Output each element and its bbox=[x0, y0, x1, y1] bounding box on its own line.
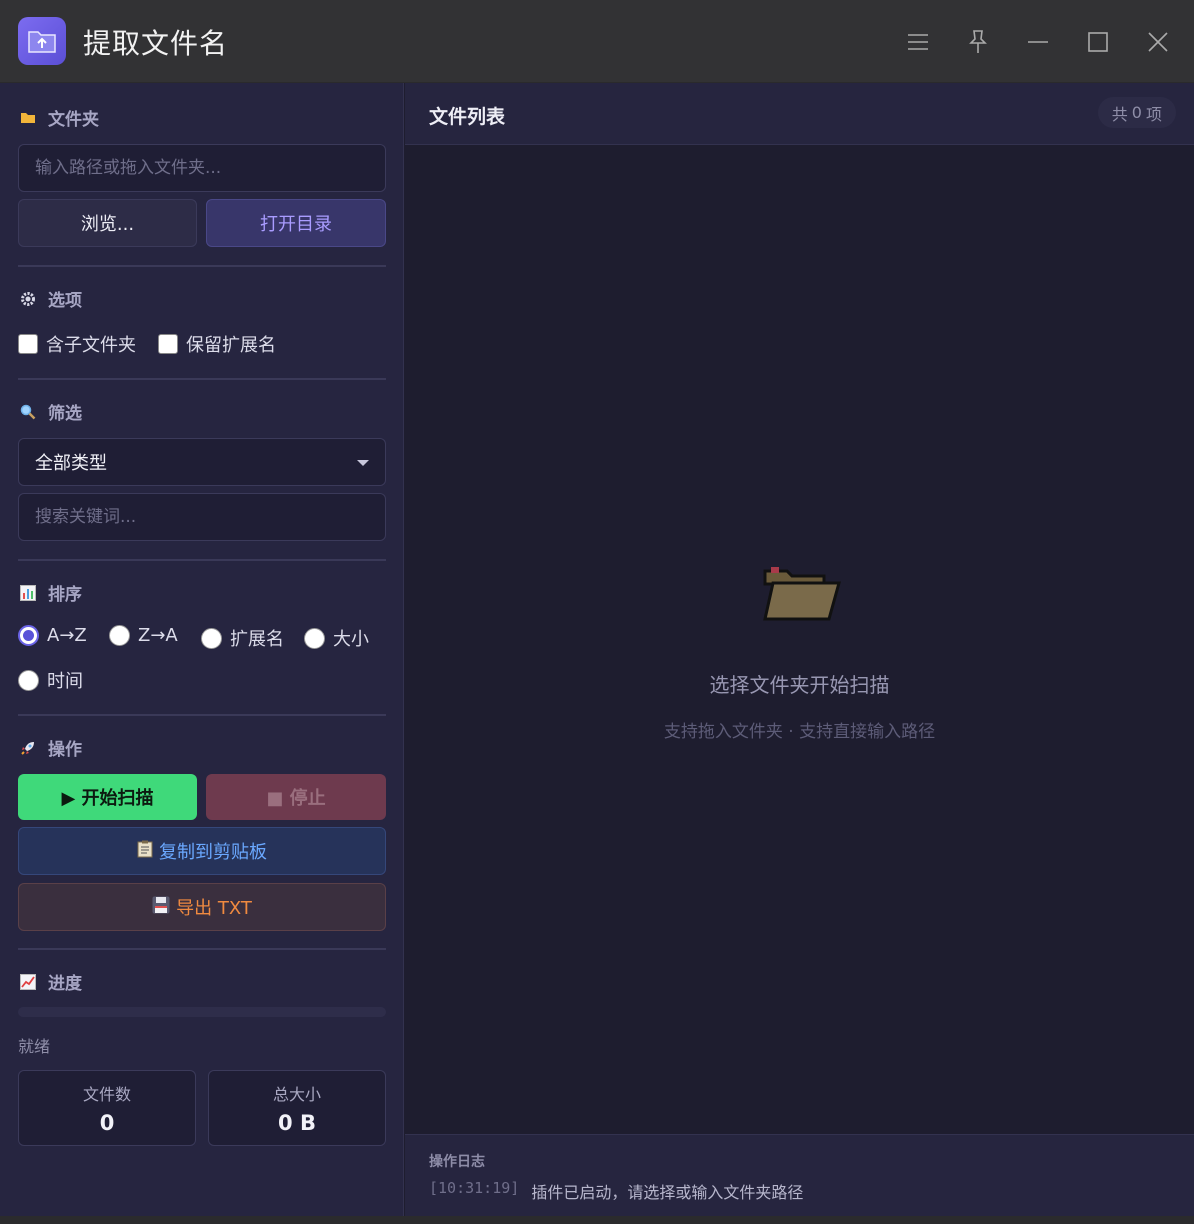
maximize-icon[interactable] bbox=[1080, 24, 1116, 60]
rocket-icon bbox=[18, 738, 38, 758]
divider bbox=[18, 559, 386, 561]
file-count-value: 0 bbox=[99, 1111, 115, 1135]
include-subfolders-checkbox[interactable]: 含子文件夹 bbox=[18, 331, 136, 357]
radio-button[interactable] bbox=[18, 625, 39, 646]
total-size-card: 总大小 0 B bbox=[208, 1070, 386, 1146]
file-type-select[interactable]: 全部类型 bbox=[18, 438, 386, 486]
trend-chart-icon bbox=[18, 972, 38, 992]
folder-section-heading: 文件夹 bbox=[18, 105, 99, 130]
log-message: 插件已启动，请选择或输入文件夹路径 bbox=[531, 1183, 804, 1202]
chevron-down-icon bbox=[357, 460, 369, 466]
sort-radio-extension[interactable]: 扩展名 bbox=[201, 625, 284, 651]
title-bar: 提取文件名 bbox=[0, 0, 1194, 83]
log-entry: [10:31:19] 插件已启动，请选择或输入文件夹路径 bbox=[429, 1179, 803, 1203]
radio-button[interactable] bbox=[18, 669, 39, 691]
gear-icon bbox=[18, 289, 38, 309]
operation-log: 操作日志 [10:31:19] 插件已启动，请选择或输入文件夹路径 bbox=[405, 1134, 1194, 1216]
copy-to-clipboard-button[interactable]: 复制到剪贴板 bbox=[18, 827, 386, 875]
options-section-heading: 选项 bbox=[18, 286, 82, 311]
bottom-strip bbox=[0, 1216, 1194, 1224]
minimize-icon[interactable] bbox=[1020, 24, 1056, 60]
checkbox-box[interactable] bbox=[18, 334, 38, 354]
clipboard-icon bbox=[137, 840, 153, 863]
folder-path-input[interactable] bbox=[18, 144, 386, 192]
total-size-label: 总大小 bbox=[272, 1085, 321, 1104]
total-size-value: 0 B bbox=[278, 1111, 316, 1135]
radio-button[interactable] bbox=[109, 625, 130, 646]
sort-radio-a-z[interactable]: A→Z bbox=[18, 625, 87, 646]
actions-section-heading: 操作 bbox=[18, 735, 82, 760]
file-count-label: 文件数 bbox=[82, 1085, 131, 1104]
export-txt-button[interactable]: 导出 TXT bbox=[18, 883, 386, 931]
divider bbox=[18, 378, 386, 380]
sort-radio-z-a[interactable]: Z→A bbox=[109, 625, 178, 646]
control-panel: 文件夹 浏览... 打开目录 选项 含子文件夹 保留扩展名 筛选 全部类型 排序 bbox=[0, 83, 404, 1216]
filter-section-heading: 筛选 bbox=[18, 399, 82, 424]
keep-extension-checkbox[interactable]: 保留扩展名 bbox=[158, 331, 276, 357]
file-list-header: 文件列表 共 0 项 bbox=[405, 83, 1194, 145]
status-text: 就绪 bbox=[18, 1037, 51, 1056]
divider bbox=[18, 714, 386, 716]
log-timestamp: [10:31:19] bbox=[429, 1179, 520, 1197]
radio-button[interactable] bbox=[304, 627, 325, 649]
stop-button[interactable]: ■ 停止 bbox=[206, 774, 386, 820]
radio-button[interactable] bbox=[201, 627, 222, 649]
item-count-badge: 共 0 项 bbox=[1097, 97, 1176, 128]
empty-state-title: 选择文件夹开始扫描 bbox=[709, 673, 890, 697]
app-title: 提取文件名 bbox=[83, 27, 229, 60]
file-list-title: 文件列表 bbox=[429, 106, 506, 128]
sort-radio-size[interactable]: 大小 bbox=[304, 625, 369, 651]
bar-chart-icon bbox=[18, 583, 38, 603]
magnifier-icon bbox=[18, 402, 38, 422]
progress-section-heading: 进度 bbox=[18, 969, 82, 994]
open-folder-icon bbox=[761, 565, 841, 629]
log-title: 操作日志 bbox=[429, 1154, 485, 1170]
divider bbox=[18, 265, 386, 267]
file-list-panel: 文件列表 共 0 项 选择文件夹开始扫描 支持拖入文件夹 · 支持直接输入路径 … bbox=[405, 83, 1194, 1216]
file-count-card: 文件数 0 bbox=[18, 1070, 196, 1146]
progress-bar bbox=[18, 1007, 386, 1017]
floppy-disk-icon bbox=[152, 896, 170, 919]
start-scan-button[interactable]: ▶ 开始扫描 bbox=[18, 774, 197, 820]
menu-icon[interactable] bbox=[900, 24, 936, 60]
divider bbox=[18, 948, 386, 950]
keyword-search-input[interactable] bbox=[18, 493, 386, 541]
checkbox-box[interactable] bbox=[158, 334, 178, 354]
folder-icon bbox=[18, 108, 38, 128]
sort-section-heading: 排序 bbox=[18, 580, 82, 605]
sort-radio-time[interactable]: 时间 bbox=[18, 667, 83, 693]
open-directory-button[interactable]: 打开目录 bbox=[206, 199, 386, 247]
app-folder-upload-icon bbox=[18, 17, 66, 65]
browse-button[interactable]: 浏览... bbox=[18, 199, 197, 247]
pin-icon[interactable] bbox=[960, 24, 996, 60]
empty-state-subtitle: 支持拖入文件夹 · 支持直接输入路径 bbox=[663, 722, 936, 742]
close-icon[interactable] bbox=[1140, 24, 1176, 60]
